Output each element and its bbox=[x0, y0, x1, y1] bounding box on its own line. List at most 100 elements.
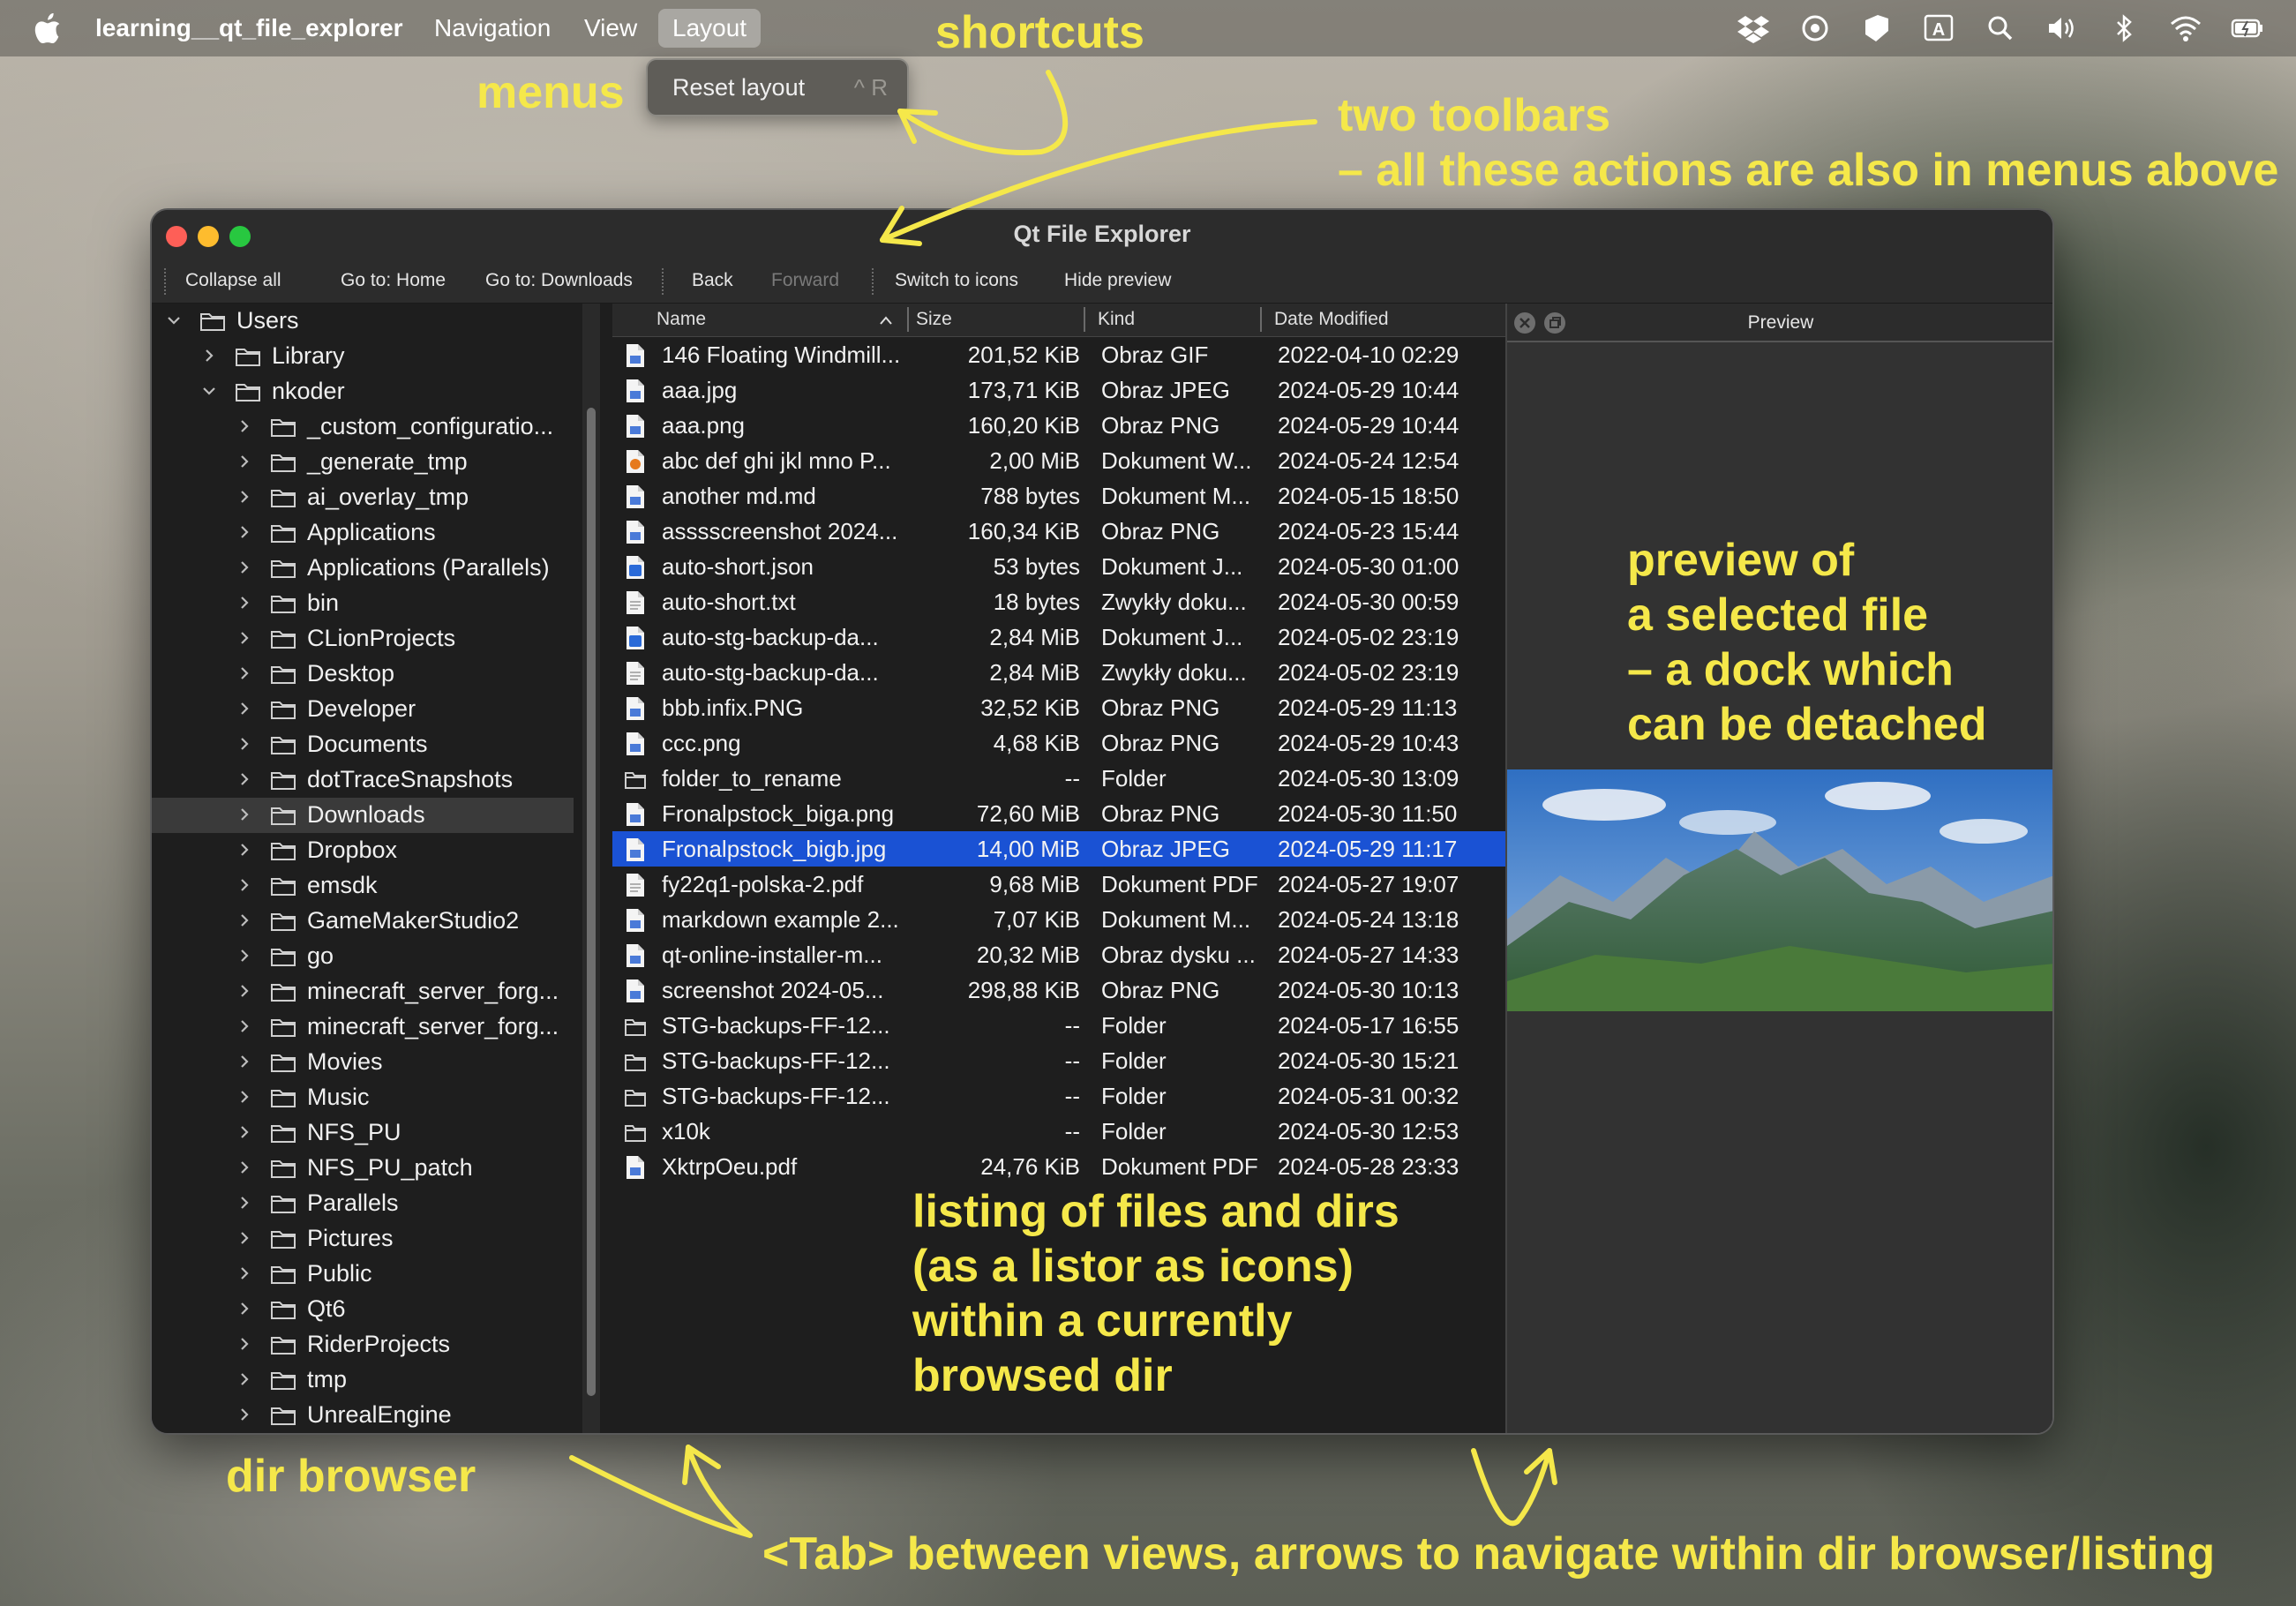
menu-navigation[interactable]: Navigation bbox=[420, 9, 565, 48]
tree-item[interactable]: NFS_PU bbox=[152, 1115, 574, 1151]
column-header-size[interactable]: Size bbox=[916, 309, 952, 330]
chevron-right-icon[interactable] bbox=[235, 734, 254, 754]
chevron-right-icon[interactable] bbox=[235, 1193, 254, 1212]
tree-item[interactable]: CLionProjects bbox=[152, 621, 574, 657]
collapse-all-button[interactable]: Collapse all bbox=[185, 270, 281, 291]
switch-to-icons-button[interactable]: Switch to icons bbox=[895, 270, 1018, 291]
chevron-right-icon[interactable] bbox=[235, 1264, 254, 1283]
tree-item[interactable]: Applications (Parallels) bbox=[152, 551, 574, 586]
listing-row[interactable]: XktrpOeu.pdf 24,76 KiB Dokument PDF 2024-05… bbox=[612, 1149, 1505, 1184]
go-downloads-button[interactable]: Go to: Downloads bbox=[485, 270, 633, 291]
menu-app-name[interactable]: learning__qt_file_explorer bbox=[81, 9, 417, 48]
tree-scrollbar[interactable] bbox=[582, 304, 600, 1433]
tree-item[interactable]: go bbox=[152, 939, 574, 974]
listing-row[interactable]: x10k -- Folder 2024-05-30 12:53 bbox=[612, 1114, 1505, 1149]
chevron-right-icon[interactable] bbox=[235, 1299, 254, 1318]
menu-layout[interactable]: Layout bbox=[658, 9, 762, 48]
chevron-right-icon[interactable] bbox=[235, 1334, 254, 1354]
menu-view[interactable]: View bbox=[570, 9, 651, 48]
chevron-right-icon[interactable] bbox=[235, 769, 254, 789]
chevron-right-icon[interactable] bbox=[235, 664, 254, 683]
listing-row[interactable]: asssscreenshot 2024... 160,34 KiB Obraz PN… bbox=[612, 514, 1505, 549]
tree-item[interactable]: emsdk bbox=[152, 868, 574, 904]
bluetooth-icon[interactable] bbox=[2093, 9, 2155, 48]
listing-row[interactable]: auto-short.json 53 bytes Dokument J... 2024… bbox=[612, 549, 1505, 584]
preview-dock-header[interactable]: Preview bbox=[1507, 304, 2052, 342]
dropbox-icon[interactable] bbox=[1722, 9, 1784, 48]
window-titlebar[interactable]: Qt File Explorer bbox=[152, 210, 2052, 259]
tree-item[interactable]: tmp bbox=[152, 1362, 574, 1398]
listing-row[interactable]: screenshot 2024-05... 298,88 KiB Obraz PNG… bbox=[612, 972, 1505, 1008]
tree-item[interactable]: Desktop bbox=[152, 657, 574, 692]
chevron-right-icon[interactable] bbox=[235, 417, 254, 436]
chevron-right-icon[interactable] bbox=[235, 1158, 254, 1177]
chevron-right-icon[interactable] bbox=[235, 946, 254, 965]
listing-row[interactable]: folder_to_rename -- Folder 2024-05-30 13:09 bbox=[612, 761, 1505, 796]
chevron-right-icon[interactable] bbox=[235, 487, 254, 507]
tree-item[interactable]: Movies bbox=[152, 1045, 574, 1080]
tree-item[interactable]: Pictures bbox=[152, 1221, 574, 1257]
tree-item[interactable]: minecraft_server_forg... bbox=[152, 974, 574, 1009]
listing-row[interactable]: fy22q1-polska-2.pdf 9,68 MiB Dokument PDF 2… bbox=[612, 867, 1505, 902]
dir-browser-tree[interactable]: Users Library nkoder _custom_configuratio..… bbox=[152, 304, 574, 1433]
back-button[interactable]: Back bbox=[692, 270, 733, 291]
chevron-right-icon[interactable] bbox=[235, 1122, 254, 1142]
chevron-right-icon[interactable] bbox=[199, 346, 219, 365]
tree-item[interactable]: UnrealEngine bbox=[152, 1398, 574, 1433]
volume-icon[interactable] bbox=[2031, 9, 2093, 48]
listing-row[interactable]: markdown example 2... 7,07 KiB Dokument M.… bbox=[612, 902, 1505, 937]
column-header-name[interactable]: Name bbox=[657, 309, 706, 330]
reset-layout-menu-item[interactable]: Reset layout bbox=[672, 74, 805, 101]
chevron-right-icon[interactable] bbox=[235, 1052, 254, 1071]
tree-item[interactable]: _generate_tmp bbox=[152, 445, 574, 480]
hide-preview-button[interactable]: Hide preview bbox=[1064, 270, 1171, 291]
listing-row[interactable]: auto-short.txt 18 bytes Zwykły doku... 2024… bbox=[612, 584, 1505, 619]
chevron-right-icon[interactable] bbox=[235, 1370, 254, 1389]
tree-item[interactable]: Qt6 bbox=[152, 1292, 574, 1327]
tree-item[interactable]: minecraft_server_forg... bbox=[152, 1009, 574, 1045]
chevron-right-icon[interactable] bbox=[235, 875, 254, 895]
tree-item[interactable]: Music bbox=[152, 1080, 574, 1115]
tree-item[interactable]: RiderProjects bbox=[152, 1327, 574, 1362]
tree-item[interactable]: Documents bbox=[152, 727, 574, 762]
apple-icon[interactable] bbox=[34, 12, 62, 44]
listing-row[interactable]: aaa.jpg 173,71 KiB Obraz JPEG 2024-05-29 10… bbox=[612, 372, 1505, 408]
tree-item[interactable]: Dropbox bbox=[152, 833, 574, 868]
chevron-right-icon[interactable] bbox=[235, 1017, 254, 1036]
chevron-right-icon[interactable] bbox=[235, 1405, 254, 1424]
listing-row[interactable]: STG-backups-FF-12... -- Folder 2024-05-31 0… bbox=[612, 1078, 1505, 1114]
chevron-right-icon[interactable] bbox=[235, 452, 254, 471]
keyboard-input-icon[interactable]: A bbox=[1908, 9, 1970, 48]
sync-icon[interactable] bbox=[1784, 9, 1846, 48]
tree-item[interactable]: Library bbox=[152, 339, 574, 374]
tree-item[interactable]: Parallels bbox=[152, 1186, 574, 1221]
tree-item[interactable]: Applications bbox=[152, 515, 574, 551]
listing-row[interactable]: auto-stg-backup-da... 2,84 MiB Dokument J.… bbox=[612, 619, 1505, 655]
chevron-right-icon[interactable] bbox=[235, 981, 254, 1001]
tree-item[interactable]: ai_overlay_tmp bbox=[152, 480, 574, 515]
listing-row[interactable]: 146 Floating Windmill... 201,52 KiB Obraz … bbox=[612, 337, 1505, 372]
chevron-right-icon[interactable] bbox=[235, 805, 254, 824]
tree-item[interactable]: GameMakerStudio2 bbox=[152, 904, 574, 939]
tree-item[interactable]: bin bbox=[152, 586, 574, 621]
chevron-right-icon[interactable] bbox=[235, 911, 254, 930]
tree-item[interactable]: NFS_PU_patch bbox=[152, 1151, 574, 1186]
chevron-right-icon[interactable] bbox=[235, 558, 254, 577]
listing-row[interactable]: STG-backups-FF-12... -- Folder 2024-05-30 1… bbox=[612, 1043, 1505, 1078]
wifi-icon[interactable] bbox=[2155, 9, 2217, 48]
tree-item[interactable]: Public bbox=[152, 1257, 574, 1292]
tree-item[interactable]: Developer bbox=[152, 692, 574, 727]
forward-button[interactable]: Forward bbox=[771, 270, 839, 291]
battery-icon[interactable] bbox=[2217, 9, 2278, 48]
column-header-date[interactable]: Date Modified bbox=[1274, 309, 1389, 330]
tree-item[interactable]: Users bbox=[152, 304, 574, 339]
listing-row[interactable]: another md.md 788 bytes Dokument M... 2024-… bbox=[612, 478, 1505, 514]
listing-row[interactable]: STG-backups-FF-12... -- Folder 2024-05-17 1… bbox=[612, 1008, 1505, 1043]
tree-item[interactable]: Downloads bbox=[152, 798, 574, 833]
tree-item[interactable]: dotTraceSnapshots bbox=[152, 762, 574, 798]
listing-row[interactable]: bbb.infix.PNG 32,52 KiB Obraz PNG 2024-05-2… bbox=[612, 690, 1505, 725]
go-home-button[interactable]: Go to: Home bbox=[341, 270, 446, 291]
shield-icon[interactable] bbox=[1846, 9, 1908, 48]
listing-row[interactable]: Fronalpstock_biga.png 72,60 MiB Obraz PNG 2… bbox=[612, 796, 1505, 831]
chevron-right-icon[interactable] bbox=[235, 628, 254, 648]
